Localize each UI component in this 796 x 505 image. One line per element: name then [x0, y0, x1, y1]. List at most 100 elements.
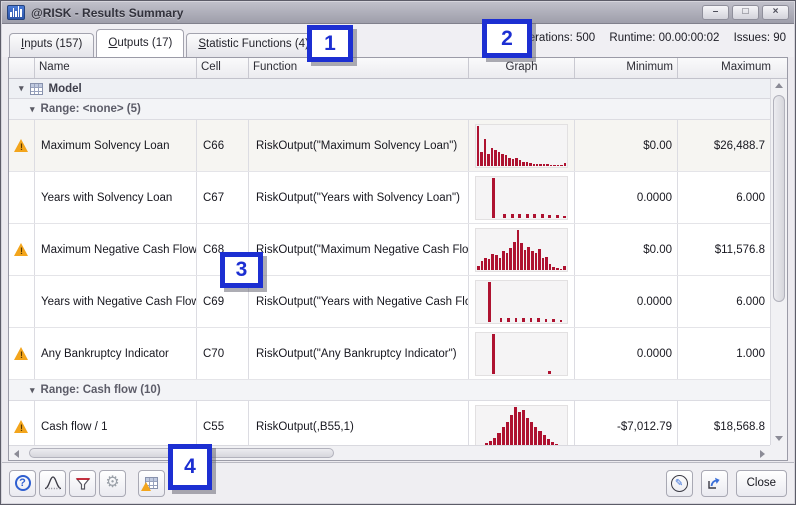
header-icon-col — [9, 58, 35, 78]
header-graph[interactable]: Graph — [469, 58, 575, 78]
table-body: ▾Model▾Range: <none> (5)Maximum Solvency… — [9, 79, 787, 445]
row-status-cell — [9, 276, 35, 327]
histogram-bar — [539, 164, 541, 166]
range-label: Range: Cash flow (10) — [41, 384, 161, 396]
table-row[interactable]: Maximum Negative Cash FlowC68RiskOutput(… — [9, 224, 787, 276]
annotate-button[interactable]: ✎ — [666, 470, 693, 497]
graph-cell — [469, 172, 575, 223]
histogram-bar — [564, 163, 566, 165]
vertical-scrollbar[interactable] — [770, 79, 787, 445]
histogram-bar — [480, 152, 482, 166]
table-row[interactable]: Years with Solvency LoanC67RiskOutput("Y… — [9, 172, 787, 224]
horizontal-scrollbar[interactable] — [9, 445, 770, 460]
minimum-cell: $0.00 — [575, 120, 678, 171]
histogram-bar — [522, 318, 525, 321]
settings-button[interactable]: ⚙ — [99, 470, 126, 497]
help-button[interactable]: ? — [9, 470, 36, 497]
histogram-bar — [512, 159, 514, 165]
thumbnail-histogram-decay — [475, 124, 568, 168]
cell-ref-cell: C67 — [197, 172, 249, 223]
tab-outputs[interactable]: Outputs (17) — [96, 29, 184, 57]
cell-ref-cell: C66 — [197, 120, 249, 171]
filter-button[interactable] — [69, 470, 96, 497]
close-button[interactable]: Close — [736, 470, 787, 497]
histogram-bar — [548, 215, 551, 218]
minimum-cell: 0.0000 — [575, 328, 678, 379]
histogram-bar — [477, 266, 480, 269]
table-row[interactable]: Any Bankruptcy IndicatorC70RiskOutput("A… — [9, 328, 787, 380]
issues-button[interactable] — [138, 470, 165, 497]
histogram-bar — [495, 255, 498, 269]
histogram-bar — [491, 148, 493, 166]
vertical-scroll-thumb[interactable] — [773, 95, 785, 302]
graph-cell — [469, 224, 575, 275]
histogram-bar — [535, 253, 538, 270]
collapse-arrow-icon[interactable]: ▾ — [30, 386, 35, 395]
row-status-cell — [9, 120, 35, 171]
histogram-bar — [557, 165, 559, 166]
minimum-cell: -$7,012.79 — [575, 401, 678, 445]
graph-cell — [469, 120, 575, 171]
histogram-bar — [550, 165, 552, 166]
collapse-arrow-icon[interactable]: ▾ — [30, 105, 35, 114]
table-row[interactable]: Years with Negative Cash FlowC69RiskOutp… — [9, 276, 787, 328]
histogram-bar — [514, 407, 517, 446]
header-cell[interactable]: Cell — [197, 58, 249, 78]
iterations-status: Iterations: 500 — [522, 32, 595, 44]
close-window-button[interactable]: × — [762, 5, 789, 20]
table-row[interactable]: Cash flow / 1C55RiskOutput(,B55,1)-$7,01… — [9, 401, 787, 445]
graph-cell — [469, 328, 575, 379]
header-function[interactable]: Function — [249, 58, 469, 78]
scroll-up-icon[interactable] — [775, 83, 783, 88]
maximize-button[interactable]: □ — [732, 5, 759, 20]
histogram-bar — [501, 154, 503, 166]
thumbnail-histogram-bell — [475, 405, 568, 446]
group-row-model[interactable]: ▾Model — [9, 79, 787, 99]
header-maximum[interactable]: Maximum — [678, 58, 787, 78]
thumbnail-histogram-spike — [475, 176, 568, 220]
row-status-cell — [9, 401, 35, 445]
histogram-bar — [552, 267, 555, 269]
cell-ref-cell: C55 — [197, 401, 249, 445]
issues-grid-icon — [145, 477, 158, 489]
histogram-bar — [506, 422, 509, 445]
help-icon: ? — [15, 475, 31, 491]
histogram-bar — [507, 318, 510, 321]
histogram-bar — [545, 257, 548, 270]
scroll-right-icon[interactable] — [760, 450, 765, 458]
minimum-cell: $0.00 — [575, 224, 678, 275]
distribution-button[interactable] — [39, 470, 66, 497]
name-cell: Cash flow / 1 — [35, 401, 197, 445]
histogram-bar — [484, 139, 486, 165]
minimize-button[interactable]: – — [702, 5, 729, 20]
tab-inputs[interactable]: Inputs (157) — [9, 33, 94, 57]
histogram-bar — [560, 320, 563, 322]
graph-cell — [469, 276, 575, 327]
minimum-cell: 0.0000 — [575, 172, 678, 223]
histogram-bar — [492, 178, 495, 218]
scroll-left-icon[interactable] — [14, 450, 19, 458]
histogram-bar — [491, 254, 494, 270]
function-cell: RiskOutput("Years with Solvency Loan") — [249, 172, 469, 223]
export-button[interactable] — [701, 470, 728, 497]
title-bar[interactable]: @RISK - Results Summary – □ × — [2, 2, 794, 24]
histogram-bar — [499, 258, 502, 270]
table-row[interactable]: Maximum Solvency LoanC66RiskOutput("Maxi… — [9, 120, 787, 172]
histogram-bar — [510, 415, 513, 446]
histogram-bar — [487, 154, 489, 165]
risk-app-icon — [7, 5, 25, 20]
histogram-bar — [556, 268, 559, 269]
edit-pen-icon: ✎ — [671, 475, 688, 492]
name-cell: Maximum Negative Cash Flow — [35, 224, 197, 275]
histogram-bar — [536, 164, 538, 166]
group-row-range[interactable]: ▾Range: <none> (5) — [9, 99, 787, 120]
histogram-bar — [526, 214, 529, 217]
header-name[interactable]: Name — [35, 58, 197, 78]
collapse-arrow-icon[interactable]: ▾ — [19, 84, 24, 93]
header-minimum[interactable]: Minimum — [575, 58, 678, 78]
group-row-range[interactable]: ▾ Range: Cash flow (10) — [9, 380, 787, 401]
warning-icon — [14, 139, 29, 152]
annotation-callout-3: 3 — [220, 252, 263, 288]
tab-statistic-functions[interactable]: Statistic Functions (4) — [186, 33, 321, 57]
scroll-down-icon[interactable] — [775, 436, 783, 441]
